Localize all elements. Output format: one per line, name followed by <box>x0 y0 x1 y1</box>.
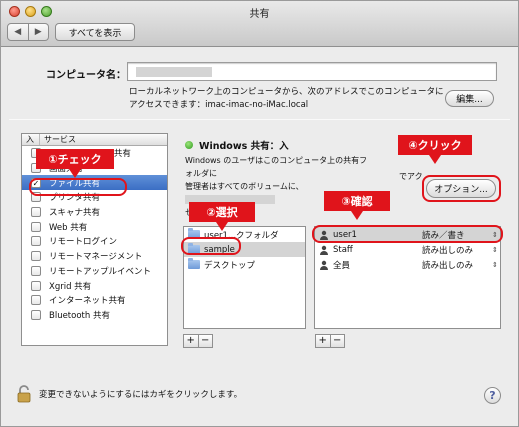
group-icon <box>320 260 328 270</box>
col-service: サービス <box>44 135 76 144</box>
remove-folder-button[interactable]: − <box>198 334 213 348</box>
service-checkbox[interactable] <box>31 295 41 306</box>
service-checkbox[interactable] <box>31 207 41 218</box>
annotation-confirm: ③確認 <box>324 191 390 220</box>
service-label: リモートマネージメント <box>49 252 143 263</box>
user-name: Staff <box>333 244 353 255</box>
remove-user-button[interactable]: − <box>330 334 345 348</box>
windows-sharing-status: Windows 共有：入 <box>185 138 289 152</box>
service-row[interactable]: Web 共有 <box>22 219 167 234</box>
service-checkbox[interactable] <box>31 251 41 262</box>
win-desc-line2: 管理者はすべてのボリュームに、 <box>185 182 304 191</box>
service-checkbox[interactable] <box>31 236 41 247</box>
address-desc-line1: ローカルネットワーク上のコンピュータから、次のアドレスでこのコンピュータに <box>129 87 444 97</box>
service-label: Bluetooth 共有 <box>49 310 110 321</box>
user-row[interactable]: Staff 読み出しのみ ⇕ <box>315 242 500 257</box>
sharing-window: 共有 ◀ ▶ すべてを表示 コンピュータ名： ローカルネットワーク上のコンピュー… <box>0 0 519 427</box>
folder-label: デスクトップ <box>204 260 256 271</box>
service-label: Xgrid 共有 <box>49 281 92 292</box>
annotation-check: ①チェック <box>36 149 114 178</box>
windows-sharing-status-text: Windows 共有：入 <box>199 141 289 152</box>
service-label: リモートアップルイベント <box>49 266 152 277</box>
permission-select[interactable]: 読み出しのみ <box>422 244 492 256</box>
computer-address-desc: ローカルネットワーク上のコンピュータから、次のアドレスでこのコンピュータに アク… <box>129 86 449 112</box>
annotation-ring-sample <box>181 237 241 255</box>
title-bar: 共有 ◀ ▶ すべてを表示 <box>1 1 518 47</box>
service-checkbox[interactable] <box>31 265 41 276</box>
redacted-name <box>136 67 212 77</box>
nav-buttons: ◀ ▶ <box>7 23 49 41</box>
folder-plus-minus: + − <box>183 334 213 348</box>
service-label: リモートログイン <box>49 237 118 248</box>
service-row[interactable]: リモートアップルイベント <box>22 264 167 279</box>
annotation-ring-user1 <box>312 225 503 243</box>
annotation-ring-options <box>422 175 501 202</box>
service-row[interactable]: リモートログイン <box>22 234 167 249</box>
lock-icon[interactable] <box>17 385 31 403</box>
lock-area: 変更できないようにするにはカギをクリックします。 <box>17 385 242 403</box>
forward-button[interactable]: ▶ <box>28 23 49 41</box>
add-user-button[interactable]: + <box>315 334 331 348</box>
service-row[interactable]: リモートマネージメント <box>22 249 167 264</box>
services-header: 入 サービス <box>22 134 167 146</box>
annotation-select: ②選択 <box>189 202 255 231</box>
group-icon <box>320 245 328 255</box>
help-button[interactable]: ? <box>484 387 501 404</box>
col-on: 入 <box>22 134 40 145</box>
service-checkbox[interactable] <box>31 280 41 291</box>
service-row[interactable]: Xgrid 共有 <box>22 278 167 293</box>
status-green-dot-icon <box>185 141 193 149</box>
folder-row[interactable]: デスクトップ <box>184 257 305 272</box>
divider <box>9 119 510 120</box>
service-label: スキャナ共有 <box>49 208 101 219</box>
window-title: 共有 <box>249 9 270 20</box>
lock-text: 変更できないようにするにはカギをクリックします。 <box>39 390 243 400</box>
computer-name-field[interactable] <box>127 62 497 81</box>
service-row[interactable]: スキャナ共有 <box>22 205 167 220</box>
folder-icon <box>188 258 200 269</box>
user-plus-minus: + − <box>315 334 345 348</box>
service-label: Web 共有 <box>49 222 88 233</box>
edit-button[interactable]: 編集... <box>445 90 494 107</box>
address-desc-line2: アクセスできます：imac-imac-no-iMac.local <box>129 100 309 110</box>
user-name: 全員 <box>333 260 351 271</box>
service-label: インターネット共有 <box>49 296 126 307</box>
add-folder-button[interactable]: + <box>183 334 199 348</box>
updown-arrow-icon: ⇕ <box>492 245 498 254</box>
permission-select[interactable]: 読み出しのみ <box>422 259 492 271</box>
win-desc-line2-end: でアク <box>399 172 423 181</box>
computer-name-label: コンピュータ名： <box>46 70 126 81</box>
show-all-button[interactable]: すべてを表示 <box>55 23 135 41</box>
service-checkbox[interactable] <box>31 309 41 320</box>
updown-arrow-icon: ⇕ <box>492 260 498 269</box>
service-row[interactable]: インターネット共有 <box>22 293 167 308</box>
back-button[interactable]: ◀ <box>7 23 29 41</box>
annotation-click: ④クリック <box>398 135 472 164</box>
service-checkbox[interactable] <box>31 221 41 232</box>
user-row[interactable]: 全員 読み出しのみ ⇕ <box>315 257 500 272</box>
annotation-ring-file-sharing <box>29 178 127 196</box>
win-desc-line1: Windows のユーザはこのコンピュータ上の共有フォルダに <box>185 156 368 178</box>
service-row[interactable]: Bluetooth 共有 <box>22 308 167 323</box>
